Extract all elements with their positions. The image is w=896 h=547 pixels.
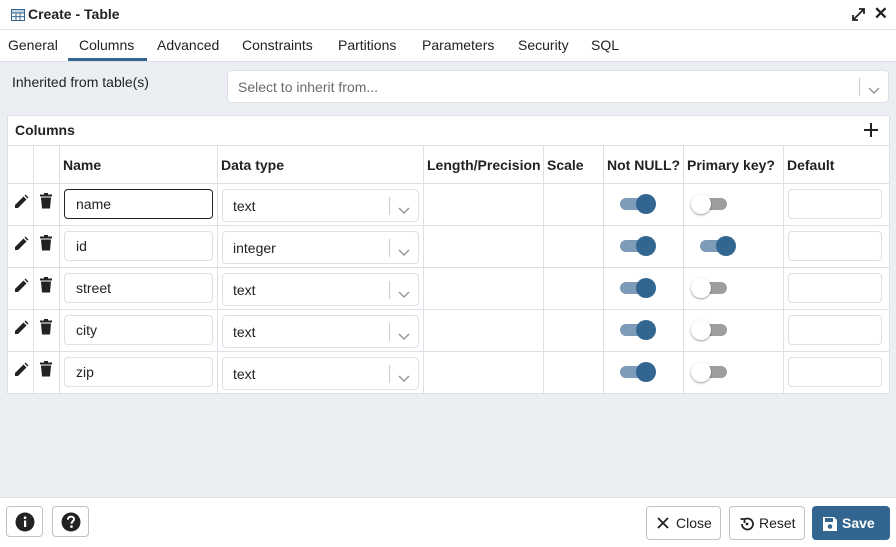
header-not-null: Not NULL? <box>607 157 681 173</box>
header-primary-key: Primary key? <box>687 157 775 173</box>
window-title: Create - Table <box>28 6 120 22</box>
tab-general[interactable]: General <box>8 37 58 53</box>
header-default: Default <box>787 157 835 173</box>
trash-icon[interactable] <box>40 277 52 296</box>
header-length-precision: Length/Precision <box>427 157 541 173</box>
reset-icon <box>739 516 755 535</box>
default-value-input[interactable] <box>788 315 882 345</box>
active-tab-indicator <box>68 58 147 61</box>
chevron-down-icon[interactable] <box>398 328 410 344</box>
column-name-input[interactable]: street <box>64 273 213 303</box>
not-null-toggle[interactable] <box>618 277 658 299</box>
edit-icon[interactable] <box>13 362 29 381</box>
reset-label: Reset <box>759 515 796 531</box>
data-type-value: text <box>233 324 256 340</box>
not-null-toggle[interactable] <box>618 319 658 341</box>
primary-key-toggle[interactable] <box>691 319 731 341</box>
not-null-toggle[interactable] <box>618 361 658 383</box>
chevron-down-icon[interactable] <box>868 82 880 98</box>
column-name-input[interactable]: id <box>64 231 213 261</box>
not-null-toggle[interactable] <box>618 235 658 257</box>
data-type-value: integer <box>233 240 276 256</box>
close-icon <box>656 516 670 533</box>
tab-security[interactable]: Security <box>518 37 569 53</box>
data-type-select[interactable]: integer <box>222 231 419 264</box>
select-separator <box>389 323 390 341</box>
column-name-input[interactable]: zip <box>64 357 213 387</box>
title-bar: Create - Table ✕ <box>0 0 896 30</box>
chevron-down-icon[interactable] <box>398 286 410 302</box>
help-button[interactable] <box>52 506 89 537</box>
not-null-toggle[interactable] <box>618 193 658 215</box>
close-icon[interactable]: ✕ <box>874 5 888 23</box>
save-button[interactable]: Save <box>812 506 890 540</box>
tab-advanced[interactable]: Advanced <box>157 37 219 53</box>
select-separator <box>389 365 390 383</box>
header-scale: Scale <box>547 157 584 173</box>
chevron-down-icon[interactable] <box>398 370 410 386</box>
inherit-placeholder: Select to inherit from... <box>238 79 379 95</box>
default-value-input[interactable] <box>788 231 882 261</box>
data-type-select[interactable]: text <box>222 189 419 222</box>
tab-sql[interactable]: SQL <box>591 37 619 53</box>
tab-parameters[interactable]: Parameters <box>422 37 494 53</box>
primary-key-toggle[interactable] <box>691 193 731 215</box>
close-label: Close <box>676 515 712 531</box>
inherit-label: Inherited from table(s) <box>12 74 149 90</box>
inherit-select[interactable]: Select to inherit from... <box>227 70 889 103</box>
columns-grid: Columns Name Data type Length/Precision … <box>7 115 890 394</box>
info-button[interactable] <box>6 506 43 537</box>
select-separator <box>389 239 390 257</box>
column-name-input[interactable]: city <box>64 315 213 345</box>
select-separator <box>859 78 860 96</box>
data-type-value: text <box>233 366 256 382</box>
table-icon <box>11 8 25 24</box>
default-value-input[interactable] <box>788 273 882 303</box>
chevron-down-icon[interactable] <box>398 202 410 218</box>
edit-icon[interactable] <box>13 320 29 339</box>
primary-key-toggle[interactable] <box>691 361 731 383</box>
primary-key-toggle[interactable] <box>691 277 731 299</box>
edit-icon[interactable] <box>13 194 29 213</box>
save-icon <box>822 516 838 535</box>
maximize-icon[interactable] <box>851 7 866 25</box>
tab-columns[interactable]: Columns <box>79 37 134 53</box>
table-row: name text <box>8 184 889 226</box>
table-row: id integer <box>8 226 889 268</box>
default-value-input[interactable] <box>788 189 882 219</box>
trash-icon[interactable] <box>40 235 52 254</box>
data-type-select[interactable]: text <box>222 357 419 390</box>
dialog-footer: Close Reset Save <box>0 497 896 547</box>
trash-icon[interactable] <box>40 361 52 380</box>
default-value-input[interactable] <box>788 357 882 387</box>
columns-header: Columns <box>8 116 889 146</box>
primary-key-toggle[interactable] <box>698 235 738 257</box>
edit-icon[interactable] <box>13 278 29 297</box>
chevron-down-icon[interactable] <box>398 244 410 260</box>
tab-constraints[interactable]: Constraints <box>242 37 313 53</box>
data-type-select[interactable]: text <box>222 273 419 306</box>
table-row: zip text <box>8 352 889 394</box>
save-label: Save <box>842 515 875 531</box>
close-button[interactable]: Close <box>646 506 721 540</box>
plus-icon[interactable] <box>863 122 879 141</box>
table-row: city text <box>8 310 889 352</box>
trash-icon[interactable] <box>40 319 52 338</box>
columns-title: Columns <box>15 122 75 138</box>
data-type-value: text <box>233 198 256 214</box>
reset-button[interactable]: Reset <box>729 506 805 540</box>
columns-table-header: Name Data type Length/Precision Scale No… <box>8 146 889 184</box>
select-separator <box>389 197 390 215</box>
header-name: Name <box>63 157 102 173</box>
data-type-select[interactable]: text <box>222 315 419 348</box>
trash-icon[interactable] <box>40 193 52 212</box>
tab-bar: General Columns Advanced Constraints Par… <box>0 30 896 62</box>
tab-partitions[interactable]: Partitions <box>338 37 396 53</box>
data-type-value: text <box>233 282 256 298</box>
select-separator <box>389 281 390 299</box>
column-name-input[interactable]: name <box>64 189 213 219</box>
table-row: street text <box>8 268 889 310</box>
header-data-type: Data type <box>221 157 285 173</box>
edit-icon[interactable] <box>13 236 29 255</box>
